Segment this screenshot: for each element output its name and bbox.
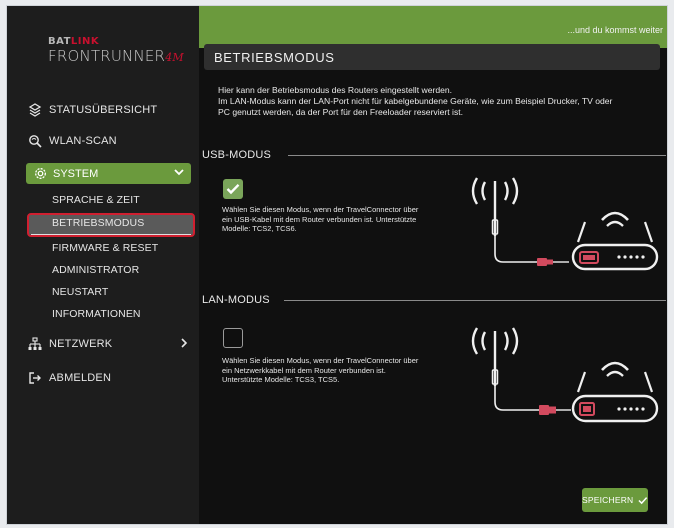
main-content [199,48,667,524]
sidebar-item-system[interactable]: SYSTEM [26,163,191,184]
submenu-item-administrator[interactable]: ADMINISTRATOR [52,264,139,276]
status-overview-icon [27,102,43,118]
header-bar: ...und du kommst weiter [199,6,667,48]
section-title: LAN-MODUS [202,294,270,306]
divider-line [284,300,666,301]
desc-line: Modelle: TCS2, TCS6. [222,224,297,233]
usb-mode-rule [288,148,668,162]
sidebar-item-label: ABMELDEN [49,372,112,384]
intro-line: Hier kann der Betriebsmodus des Routers … [218,85,453,95]
sidebar-item-network[interactable]: NETZWERK [27,334,189,354]
sidebar-item-label: WLAN-SCAN [49,135,117,147]
lan-mode-rule [284,293,668,307]
intro-line: PC genutzt werden, da der Port für den F… [218,107,464,117]
header-slogan: ...und du kommst weiter [567,25,663,35]
desc-line: Wählen Sie diesen Modus, wenn der Travel… [222,356,419,365]
usb-mode-checkbox[interactable] [223,179,243,199]
brand-logo: BATLINK FRONTRUNNER4M [48,36,184,65]
desc-line: ein Netzwerkkabel mit dem Router verbund… [222,365,386,375]
lan-connection-illustration [471,327,659,423]
checkmark-icon [226,183,240,195]
sidebar-item-label: STATUSÜBERSICHT [49,104,158,116]
sidebar: BATLINK FRONTRUNNER4M STATUSÜBERSICHT WL… [7,6,199,524]
sidebar-item-logout[interactable]: ABMELDEN [27,368,111,388]
intro-text: Hier kann der Betriebsmodus des Routers … [218,85,658,118]
sidebar-item-label: NETZWERK [49,338,113,350]
submenu-item-firmware-reset[interactable]: FIRMWARE & RESET [52,242,158,254]
chevron-down-icon [173,166,185,181]
lan-mode-checkbox[interactable] [223,328,243,348]
submenu-item-language-time[interactable]: SPRACHE & ZEIT [52,194,140,206]
logout-icon [27,370,43,386]
chevron-right-icon [179,337,189,352]
checkmark-icon [638,496,648,504]
lan-mode-description: Wählen Sie diesen Modus, wenn der Travel… [222,356,462,385]
brand-4m: 4M [165,51,184,64]
desc-line: Unterstützte Modelle: TCS3, TCS5. [222,375,340,384]
desc-line: ein USB-Kabel mit dem Router verbunden i… [222,214,417,224]
lan-mode-heading: LAN-MODUS [202,293,270,307]
network-icon [27,336,43,352]
brand-frontrunner: FRONTRUNNER [48,47,166,65]
divider-line [288,155,666,156]
section-title: USB-MODUS [202,149,272,161]
save-button-label: SPEICHERN [582,495,634,505]
brand-link: LINK [70,36,100,47]
usb-mode-description: Wählen Sie diesen Modus, wenn der Travel… [222,205,462,234]
brand-bat: BAT [48,36,71,47]
submenu-item-information[interactable]: INFORMATIONEN [52,308,141,320]
sidebar-item-label: SYSTEM [53,167,99,180]
page-title: BETRIEBSMODUS [204,44,660,70]
usb-connection-illustration [471,177,659,271]
sidebar-item-status[interactable]: STATUSÜBERSICHT [27,100,157,120]
wlan-scan-icon [27,133,43,149]
desc-line: Wählen Sie diesen Modus, wenn der Travel… [222,205,419,214]
sidebar-item-wlan-scan[interactable]: WLAN-SCAN [27,131,117,151]
save-button[interactable]: SPEICHERN [582,488,648,512]
usb-mode-heading: USB-MODUS [202,148,271,162]
system-gear-icon [32,166,48,182]
intro-line: Im LAN-Modus kann der LAN-Port nicht für… [218,96,613,106]
submenu-active-underline [31,234,191,235]
submenu-item-operating-mode[interactable]: BETRIEBSMODUS [52,217,144,229]
submenu-item-restart[interactable]: NEUSTART [52,286,108,298]
